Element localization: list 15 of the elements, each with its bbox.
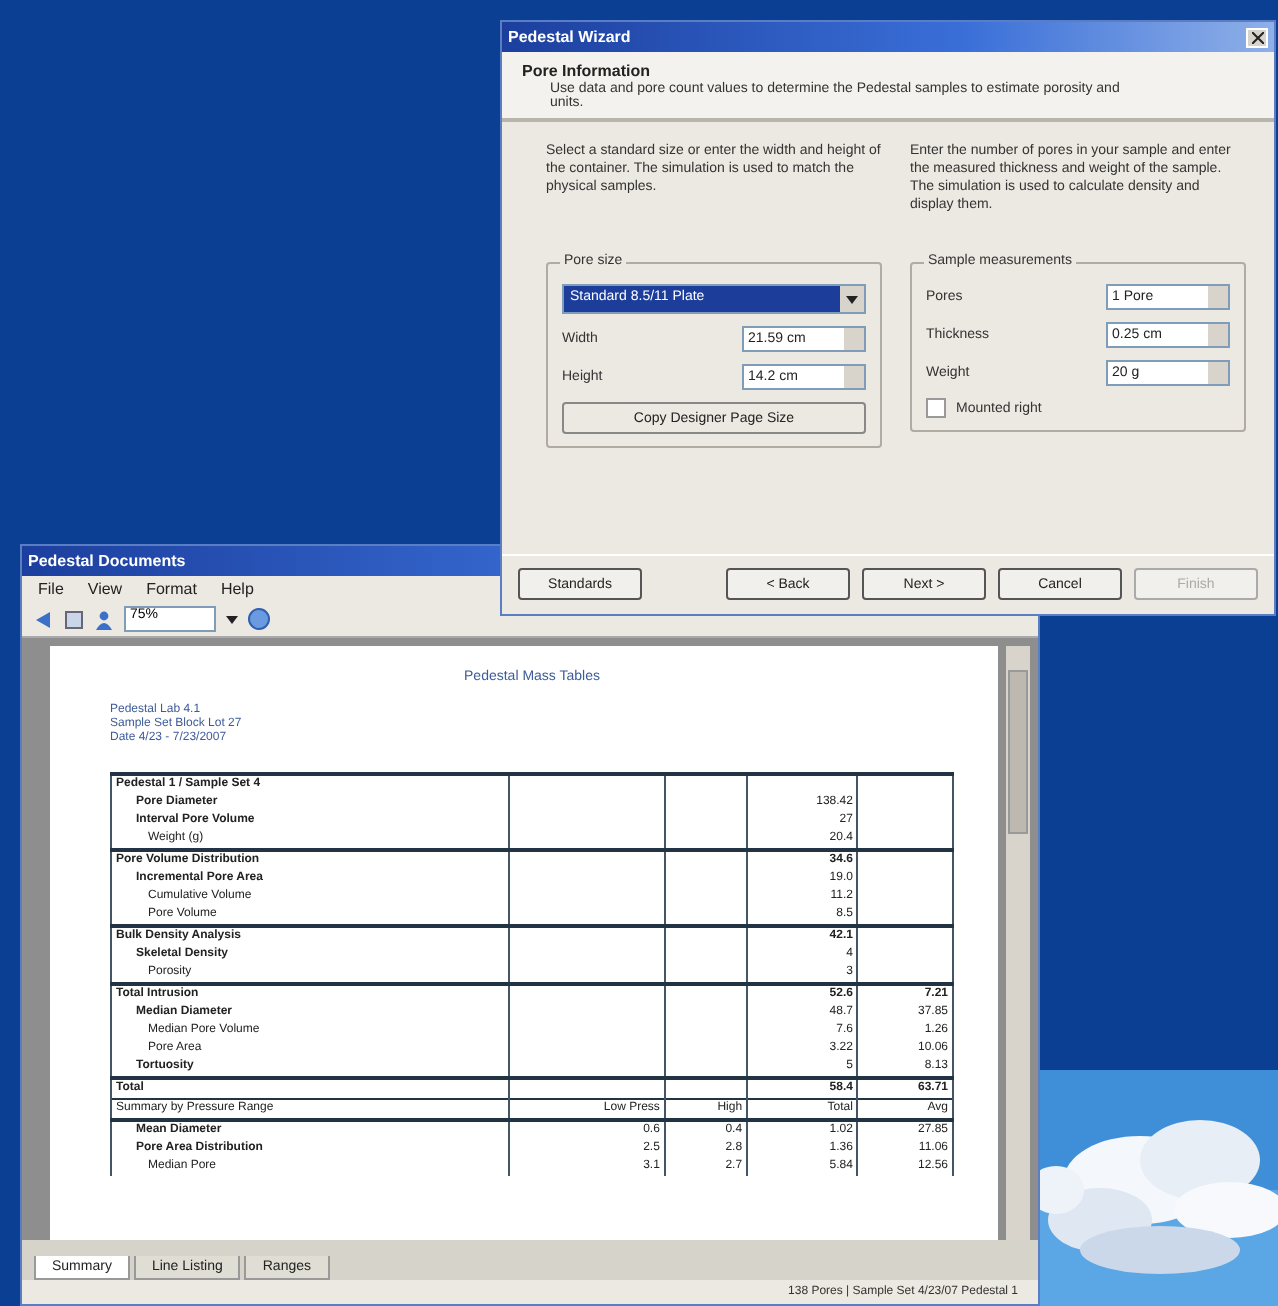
page-icon[interactable] xyxy=(64,609,84,629)
window-title: Pedestal Documents xyxy=(28,552,186,570)
close-icon[interactable] xyxy=(1246,27,1268,47)
scrollbar[interactable] xyxy=(1006,646,1030,1240)
window-title: Pedestal Wizard xyxy=(508,28,631,46)
page-heading: Pore Information xyxy=(522,62,653,80)
caret-icon xyxy=(846,295,858,303)
menu-item[interactable]: Format xyxy=(146,580,197,598)
caret-icon[interactable] xyxy=(226,615,238,623)
checkbox[interactable] xyxy=(926,398,946,418)
menu-item[interactable]: View xyxy=(87,580,123,598)
back-arrow-icon[interactable] xyxy=(34,609,54,629)
menu-item[interactable]: Help xyxy=(220,580,254,598)
menu-item[interactable]: File xyxy=(38,580,64,598)
person-icon[interactable] xyxy=(94,609,114,629)
